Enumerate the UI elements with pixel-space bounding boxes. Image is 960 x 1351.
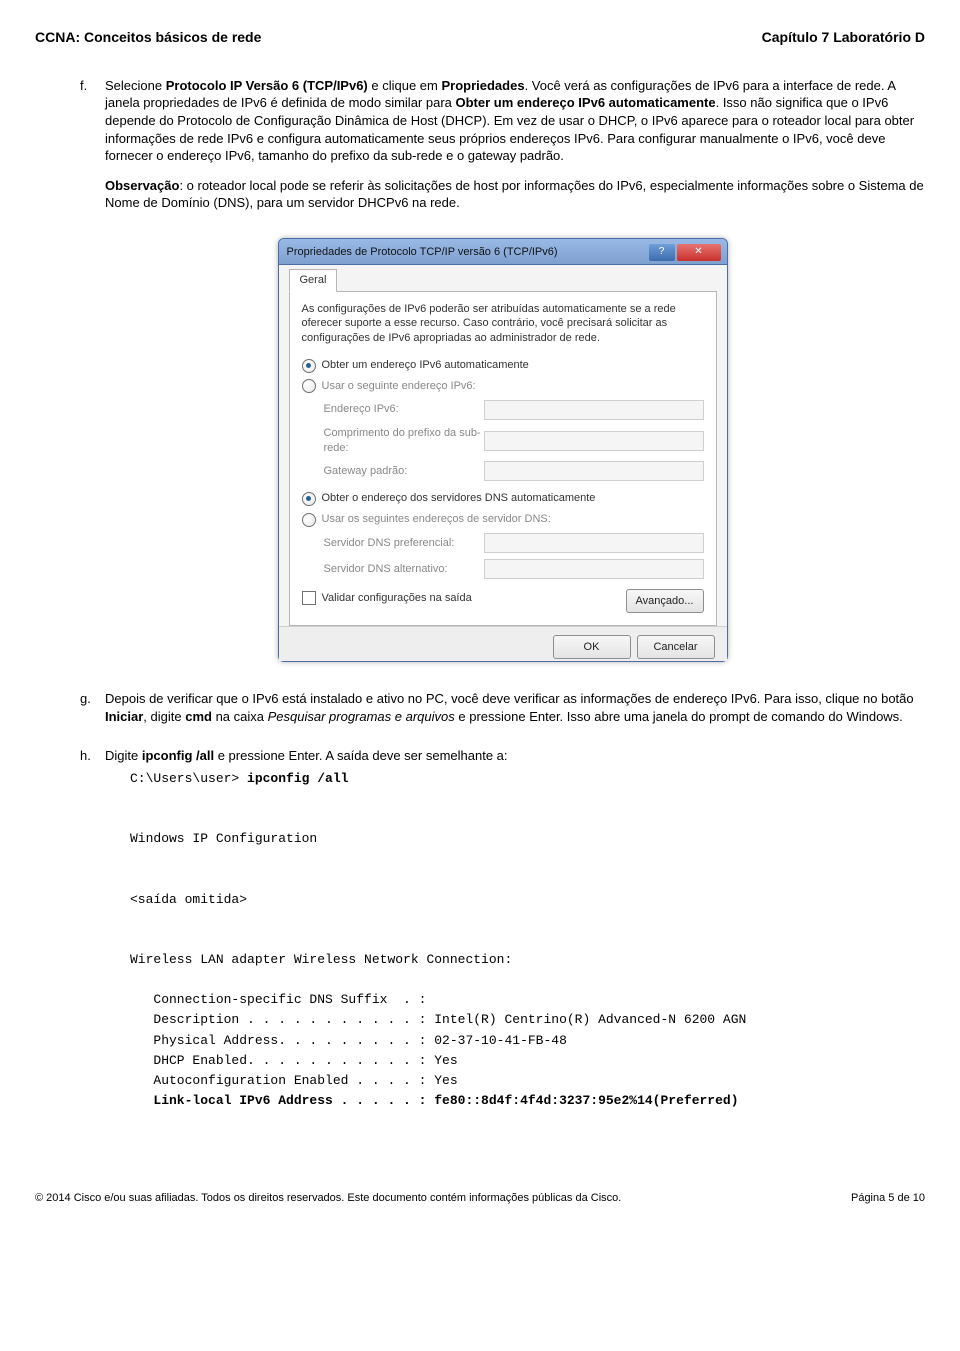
footer-page-number: Página 5 de 10 bbox=[851, 1191, 925, 1206]
console-line: Windows IP Configuration bbox=[130, 831, 317, 846]
radio-manual-dns[interactable]: Usar os seguintes endereços de servidor … bbox=[302, 512, 704, 527]
content-body: f. Selecione Protocolo IP Versão 6 (TCP/… bbox=[80, 77, 925, 1111]
text: , digite bbox=[143, 709, 185, 724]
console-line: fe80::8d4f:4f4d:3237:95e2%14(Preferred) bbox=[434, 1093, 738, 1108]
header-right: Capítulo 7 Laboratório D bbox=[762, 28, 925, 47]
console-line: Description . . . . . . . . . . . : Inte… bbox=[130, 1012, 746, 1027]
text: Depois de verificar que o IPv6 está inst… bbox=[105, 691, 914, 706]
text: na caixa bbox=[212, 709, 268, 724]
text: e clique em bbox=[368, 78, 442, 93]
prefix-length-input[interactable] bbox=[484, 431, 704, 451]
ipv6-properties-dialog: Propriedades de Protocolo TCP/IP versão … bbox=[278, 238, 728, 662]
dialog-screenshot: Propriedades de Protocolo TCP/IP versão … bbox=[80, 238, 925, 662]
dns-alternate-input[interactable] bbox=[484, 559, 704, 579]
console-line: <saída omitida> bbox=[130, 892, 247, 907]
text: : o roteador local pode se referir às so… bbox=[105, 178, 924, 211]
dns-preferred-input[interactable] bbox=[484, 533, 704, 553]
step-marker: f. bbox=[80, 77, 105, 224]
advanced-button[interactable]: Avançado... bbox=[626, 589, 704, 613]
cancel-button[interactable]: Cancelar bbox=[637, 635, 715, 659]
field-gateway-label: Gateway padrão: bbox=[324, 464, 484, 479]
close-icon[interactable]: ✕ bbox=[677, 244, 721, 261]
text-bold: Iniciar bbox=[105, 709, 143, 724]
console-output: C:\Users\user> ipconfig /all Windows IP … bbox=[130, 769, 925, 1111]
text-bold: Observação bbox=[105, 178, 179, 193]
radio-icon bbox=[302, 359, 316, 373]
radio-icon bbox=[302, 513, 316, 527]
radio-manual-ip[interactable]: Usar o seguinte endereço IPv6: bbox=[302, 379, 704, 394]
step-marker: g. bbox=[80, 690, 105, 737]
step-h: h. Digite ipconfig /all e pressione Ente… bbox=[80, 747, 925, 1111]
radio-auto-dns[interactable]: Obter o endereço dos servidores DNS auto… bbox=[302, 491, 704, 506]
console-prompt: C:\Users\user> bbox=[130, 771, 247, 786]
header-left: CCNA: Conceitos básicos de rede bbox=[35, 28, 261, 47]
text-bold: Obter um endereço IPv6 automaticamente bbox=[456, 95, 716, 110]
dialog-titlebar: Propriedades de Protocolo TCP/IP versão … bbox=[279, 239, 727, 265]
field-address-label: Endereço IPv6: bbox=[324, 402, 484, 417]
page-header: CCNA: Conceitos básicos de rede Capítulo… bbox=[35, 28, 925, 47]
text-bold: Protocolo IP Versão 6 (TCP/IPv6) bbox=[166, 78, 368, 93]
step-marker: h. bbox=[80, 747, 105, 1111]
step-f-p1: Selecione Protocolo IP Versão 6 (TCP/IPv… bbox=[105, 77, 925, 165]
field-prefix-label: Comprimento do prefixo da sub-rede: bbox=[324, 426, 484, 456]
validate-checkbox[interactable] bbox=[302, 591, 316, 605]
console-line: DHCP Enabled. . . . . . . . . . . : Yes bbox=[130, 1053, 458, 1068]
radio-label: Usar os seguintes endereços de servidor … bbox=[322, 512, 551, 527]
console-line: Connection-specific DNS Suffix . : bbox=[130, 992, 426, 1007]
help-icon[interactable]: ? bbox=[649, 244, 675, 261]
console-command: ipconfig /all bbox=[247, 771, 348, 786]
radio-label: Usar o seguinte endereço IPv6: bbox=[322, 379, 476, 394]
step-g: g. Depois de verificar que o IPv6 está i… bbox=[80, 690, 925, 737]
text-italic: Pesquisar programas e arquivos bbox=[268, 709, 455, 724]
dialog-description: As configurações de IPv6 poderão ser atr… bbox=[302, 302, 704, 347]
field-dns-alt-label: Servidor DNS alternativo: bbox=[324, 562, 484, 577]
radio-label: Obter um endereço IPv6 automaticamente bbox=[322, 358, 529, 373]
field-dns-pref-label: Servidor DNS preferencial: bbox=[324, 536, 484, 551]
radio-label: Obter o endereço dos servidores DNS auto… bbox=[322, 491, 596, 506]
radio-auto-ip[interactable]: Obter um endereço IPv6 automaticamente bbox=[302, 358, 704, 373]
footer-copyright: © 2014 Cisco e/ou suas afiliadas. Todos … bbox=[35, 1191, 621, 1206]
text-bold: Propriedades bbox=[441, 78, 524, 93]
gateway-input[interactable] bbox=[484, 461, 704, 481]
tab-strip: Geral bbox=[289, 269, 717, 292]
step-f: f. Selecione Protocolo IP Versão 6 (TCP/… bbox=[80, 77, 925, 224]
text-bold: cmd bbox=[185, 709, 212, 724]
text: Digite bbox=[105, 748, 142, 763]
text: Selecione bbox=[105, 78, 166, 93]
ipv6-address-input[interactable] bbox=[484, 400, 704, 420]
console-line: Autoconfiguration Enabled . . . . : Yes bbox=[130, 1073, 458, 1088]
ok-button[interactable]: OK bbox=[553, 635, 631, 659]
text: e pressione Enter. A saída deve ser seme… bbox=[214, 748, 507, 763]
radio-icon bbox=[302, 492, 316, 506]
console-line: Link-local IPv6 Address . . . . . : bbox=[130, 1093, 434, 1108]
tab-general[interactable]: Geral bbox=[289, 269, 338, 292]
text: e pressione Enter. Isso abre uma janela … bbox=[455, 709, 903, 724]
text-bold: ipconfig /all bbox=[142, 748, 214, 763]
checkbox-label: Validar configurações na saída bbox=[322, 591, 472, 606]
console-line: Wireless LAN adapter Wireless Network Co… bbox=[130, 952, 512, 967]
dialog-title: Propriedades de Protocolo TCP/IP versão … bbox=[287, 245, 647, 260]
page-footer: © 2014 Cisco e/ou suas afiliadas. Todos … bbox=[35, 1191, 925, 1206]
step-f-note: Observação: o roteador local pode se ref… bbox=[105, 177, 925, 212]
radio-icon bbox=[302, 379, 316, 393]
console-line: Physical Address. . . . . . . . . : 02-3… bbox=[130, 1033, 567, 1048]
tab-panel: As configurações de IPv6 poderão ser atr… bbox=[289, 291, 717, 627]
